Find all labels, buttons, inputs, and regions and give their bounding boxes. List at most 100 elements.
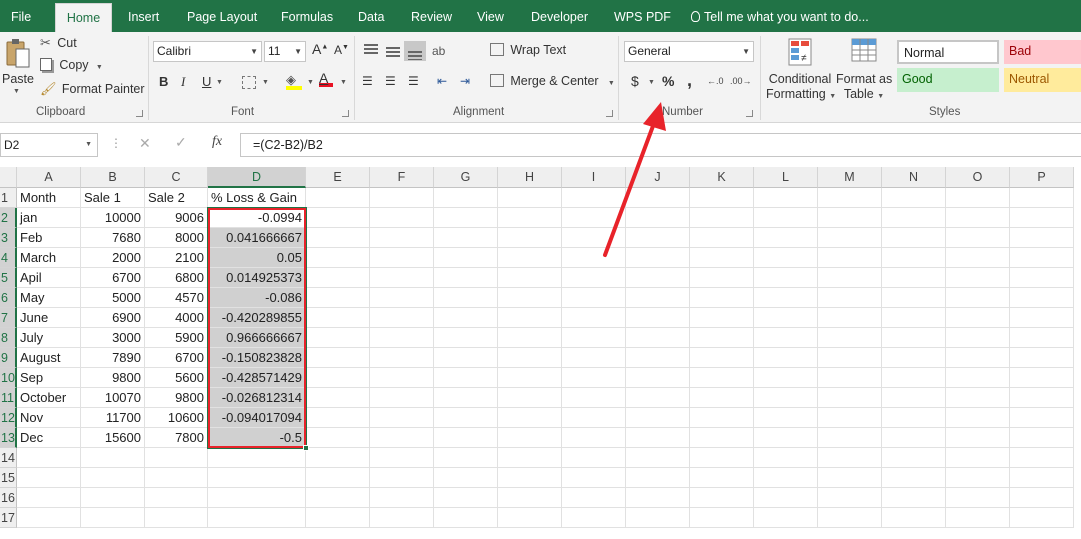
font-name-combo[interactable]: Calibri ▼ bbox=[153, 41, 262, 62]
cut-button[interactable]: ✂ Cut bbox=[40, 35, 77, 51]
tab-wps-pdf[interactable]: WPS PDF bbox=[614, 0, 671, 32]
cell[interactable] bbox=[754, 188, 818, 208]
column-header-h[interactable]: H bbox=[498, 167, 562, 188]
cell[interactable] bbox=[690, 188, 754, 208]
format-painter-button[interactable]: 🖌 Format Painter bbox=[40, 81, 145, 97]
cell[interactable] bbox=[818, 328, 882, 348]
cell[interactable] bbox=[818, 388, 882, 408]
cell[interactable] bbox=[1010, 268, 1074, 288]
cell[interactable] bbox=[434, 428, 498, 448]
row-header[interactable]: 5 bbox=[0, 268, 17, 288]
italic-button[interactable]: I bbox=[181, 74, 185, 90]
currency-button[interactable]: $ bbox=[631, 73, 639, 89]
cell[interactable] bbox=[882, 308, 946, 328]
cell[interactable]: 2100 bbox=[145, 248, 208, 268]
cell[interactable] bbox=[1010, 308, 1074, 328]
cell[interactable] bbox=[818, 468, 882, 488]
increase-decimal-icon[interactable]: ←.0 bbox=[707, 76, 724, 86]
conditional-formatting-button[interactable]: ≠ Conditional Formatting ▼ bbox=[766, 35, 836, 103]
cell[interactable] bbox=[818, 488, 882, 508]
cell[interactable]: October bbox=[17, 388, 81, 408]
tab-home[interactable]: Home bbox=[55, 3, 112, 32]
cell[interactable]: 2000 bbox=[81, 248, 145, 268]
cell[interactable] bbox=[626, 448, 690, 468]
cell[interactable] bbox=[370, 408, 434, 428]
cell[interactable] bbox=[946, 328, 1010, 348]
cell[interactable]: Sep bbox=[17, 368, 81, 388]
increase-font-icon[interactable]: A▲ bbox=[312, 41, 328, 57]
cell[interactable]: Apil bbox=[17, 268, 81, 288]
cell[interactable] bbox=[690, 468, 754, 488]
cell[interactable] bbox=[754, 228, 818, 248]
cell[interactable] bbox=[882, 468, 946, 488]
cell[interactable] bbox=[1010, 448, 1074, 468]
cell[interactable] bbox=[690, 408, 754, 428]
cell[interactable] bbox=[306, 308, 370, 328]
cell[interactable] bbox=[946, 188, 1010, 208]
font-size-combo[interactable]: 11 ▼ bbox=[264, 41, 306, 62]
cell[interactable] bbox=[370, 448, 434, 468]
cell[interactable] bbox=[626, 308, 690, 328]
cell[interactable] bbox=[946, 308, 1010, 328]
cell[interactable] bbox=[434, 288, 498, 308]
cell[interactable] bbox=[306, 328, 370, 348]
cell[interactable] bbox=[754, 508, 818, 528]
cell[interactable] bbox=[626, 508, 690, 528]
clipboard-dialog-launcher[interactable] bbox=[136, 110, 143, 117]
cell[interactable] bbox=[498, 408, 562, 428]
cell[interactable]: May bbox=[17, 288, 81, 308]
cell[interactable] bbox=[370, 208, 434, 228]
tell-me-box[interactable]: Tell me what you want to do... bbox=[691, 0, 869, 32]
cell[interactable] bbox=[498, 468, 562, 488]
cell[interactable] bbox=[1010, 408, 1074, 428]
cell[interactable] bbox=[690, 348, 754, 368]
cell[interactable] bbox=[690, 308, 754, 328]
cell[interactable]: 5600 bbox=[145, 368, 208, 388]
cell[interactable] bbox=[306, 488, 370, 508]
cell[interactable] bbox=[562, 308, 626, 328]
cell[interactable] bbox=[145, 468, 208, 488]
row-header[interactable]: 17 bbox=[0, 508, 17, 528]
cell[interactable] bbox=[818, 268, 882, 288]
cell[interactable] bbox=[306, 408, 370, 428]
cell[interactable] bbox=[17, 448, 81, 468]
column-header-f[interactable]: F bbox=[370, 167, 434, 188]
cell[interactable]: 15600 bbox=[81, 428, 145, 448]
cell[interactable] bbox=[946, 488, 1010, 508]
cell[interactable] bbox=[562, 188, 626, 208]
cell[interactable] bbox=[370, 348, 434, 368]
cell[interactable] bbox=[1010, 428, 1074, 448]
cell[interactable] bbox=[1010, 368, 1074, 388]
cell[interactable] bbox=[882, 488, 946, 508]
cell[interactable] bbox=[562, 508, 626, 528]
header-cell[interactable]: % Loss & Gain bbox=[208, 188, 306, 208]
row-header[interactable]: 14 bbox=[0, 448, 17, 468]
cell[interactable]: 5000 bbox=[81, 288, 145, 308]
cell[interactable]: July bbox=[17, 328, 81, 348]
format-as-table-button[interactable]: Format as Table ▼ bbox=[836, 35, 892, 103]
cell[interactable] bbox=[882, 508, 946, 528]
cell[interactable] bbox=[882, 448, 946, 468]
cell[interactable] bbox=[690, 488, 754, 508]
cell[interactable] bbox=[370, 188, 434, 208]
decrease-indent-icon[interactable]: ⇤ bbox=[437, 74, 447, 88]
column-header-c[interactable]: C bbox=[145, 167, 208, 188]
cell[interactable] bbox=[754, 368, 818, 388]
cell[interactable] bbox=[562, 428, 626, 448]
cell[interactable]: Dec bbox=[17, 428, 81, 448]
cell[interactable] bbox=[81, 448, 145, 468]
cell[interactable] bbox=[370, 248, 434, 268]
cell[interactable] bbox=[626, 248, 690, 268]
select-all-corner[interactable] bbox=[0, 167, 17, 188]
cell[interactable] bbox=[882, 328, 946, 348]
cell[interactable] bbox=[754, 308, 818, 328]
fill-color-button[interactable]: ◈ bbox=[286, 72, 302, 90]
cell[interactable]: 10070 bbox=[81, 388, 145, 408]
cell[interactable] bbox=[434, 328, 498, 348]
cell[interactable]: 9800 bbox=[145, 388, 208, 408]
copy-button[interactable]: Copy ▼ bbox=[40, 58, 103, 72]
cell[interactable] bbox=[434, 508, 498, 528]
tab-review[interactable]: Review bbox=[411, 0, 452, 32]
tab-data[interactable]: Data bbox=[358, 0, 384, 32]
cell[interactable] bbox=[498, 428, 562, 448]
